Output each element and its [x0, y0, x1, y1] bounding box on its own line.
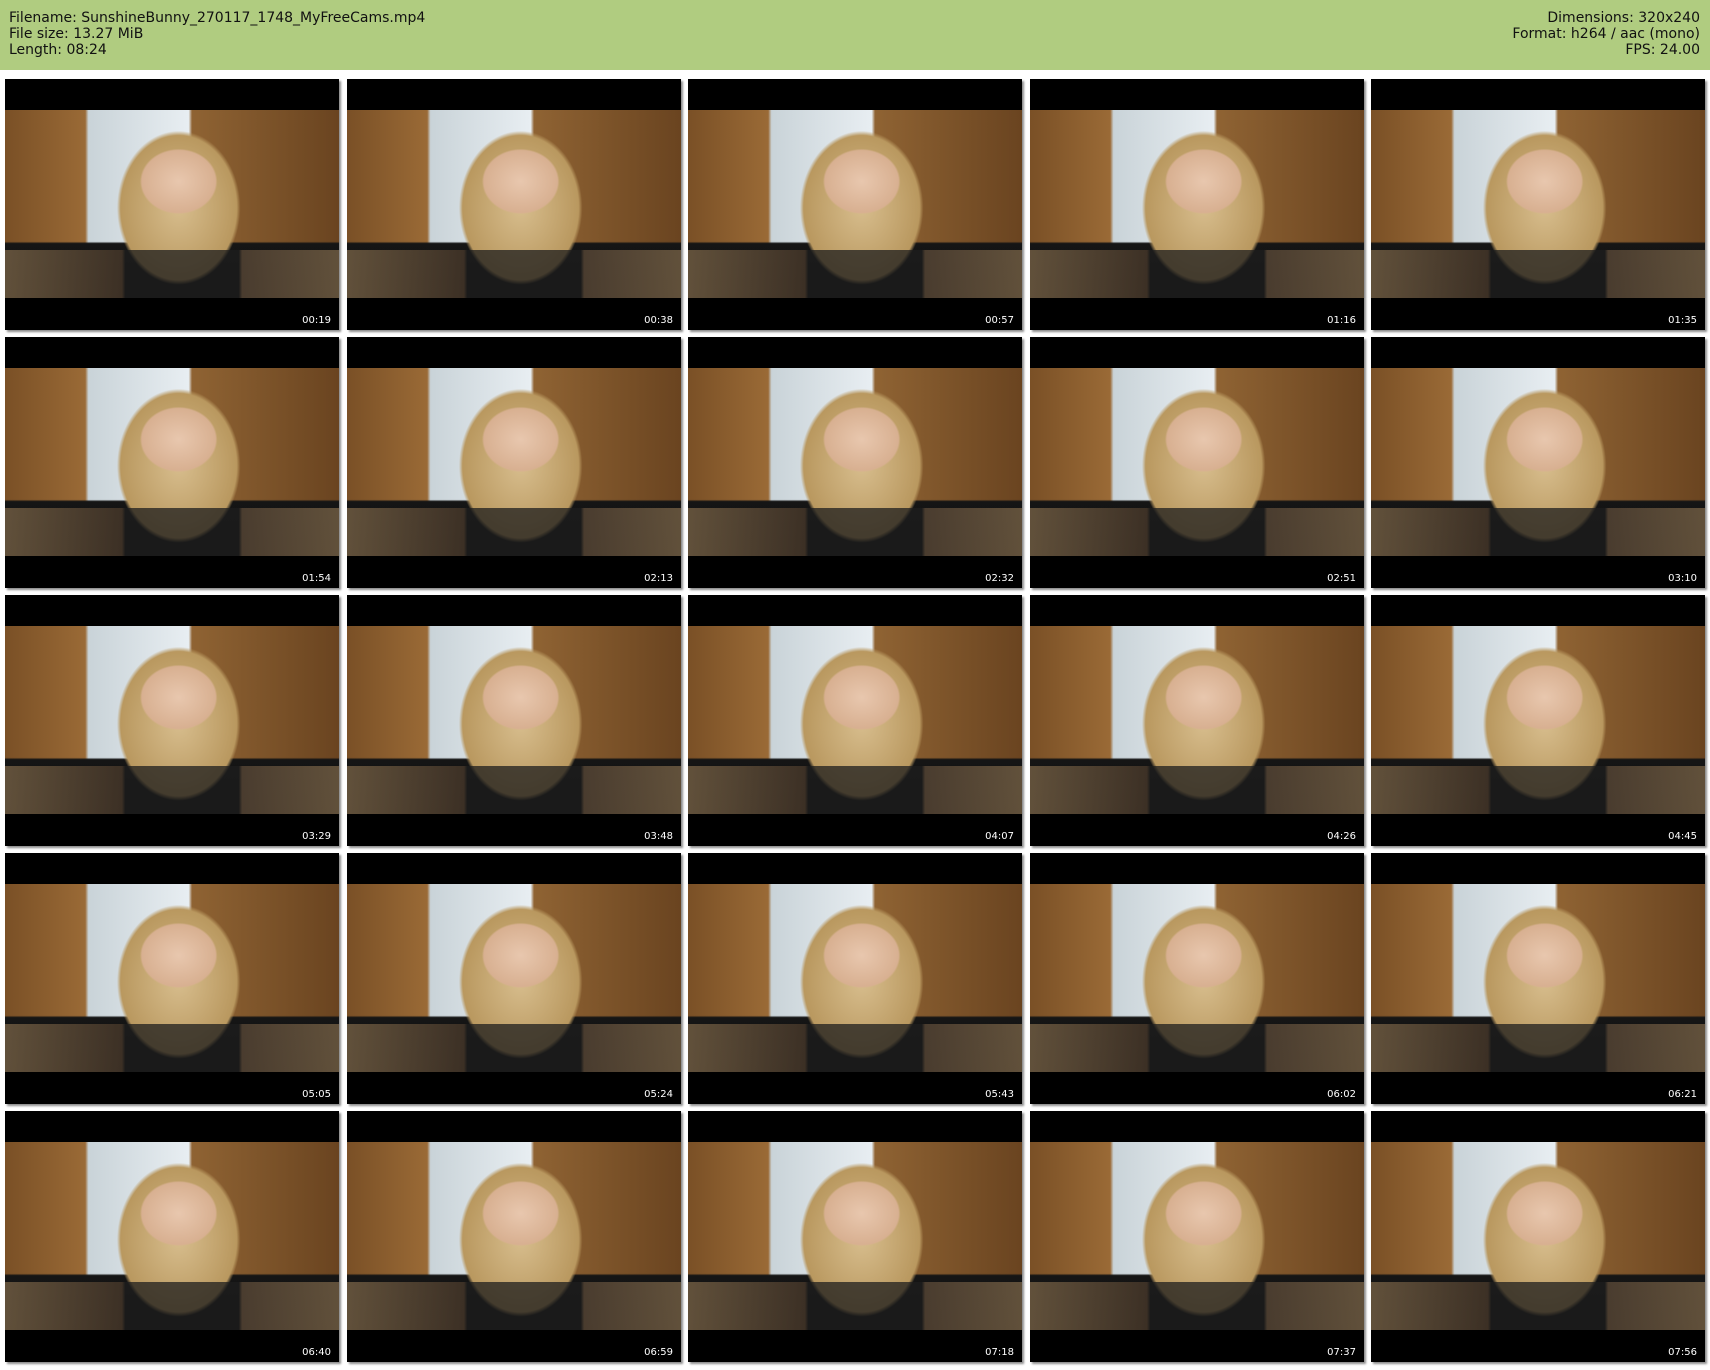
thumbnail-tile[interactable]: 01:54 [5, 337, 339, 588]
length-text: Length: 08:24 [9, 42, 107, 58]
thumbnail-tile[interactable]: 03:48 [347, 595, 681, 846]
filesize-text: File size: 13.27 MiB [9, 26, 144, 42]
video-frame-image [688, 110, 1022, 298]
timestamp-label: 07:37 [1327, 1347, 1356, 1358]
thumbnail-tile[interactable]: 04:45 [1371, 595, 1705, 846]
timestamp-label: 01:16 [1327, 315, 1356, 326]
timestamp-label: 05:05 [302, 1089, 331, 1100]
thumbnail-tile[interactable]: 07:18 [688, 1111, 1022, 1362]
video-frame-image [1030, 368, 1364, 556]
thumbnail-tile[interactable]: 06:40 [5, 1111, 339, 1362]
timestamp-label: 02:51 [1327, 573, 1356, 584]
timestamp-label: 03:29 [302, 831, 331, 842]
thumbnail-grid: 00:19 00:38 00:57 01:16 01:35 01:54 02:13 02:32… [5, 79, 1705, 1365]
timestamp-label: 05:43 [985, 1089, 1014, 1100]
timestamp-label: 06:02 [1327, 1089, 1356, 1100]
thumbnail-tile[interactable]: 06:21 [1371, 853, 1705, 1104]
thumbnail-tile[interactable]: 04:07 [688, 595, 1022, 846]
timestamp-label: 04:45 [1668, 831, 1697, 842]
video-frame-image [1030, 626, 1364, 814]
timestamp-label: 00:19 [302, 315, 331, 326]
timestamp-label: 07:18 [985, 1347, 1014, 1358]
video-frame-image [688, 368, 1022, 556]
video-frame-image [5, 626, 339, 814]
thumbnail-tile[interactable]: 00:57 [688, 79, 1022, 330]
fps-text: FPS: 24.00 [1625, 42, 1700, 58]
video-frame-image [688, 1142, 1022, 1330]
thumbnail-tile[interactable]: 02:32 [688, 337, 1022, 588]
video-frame-image [1371, 110, 1705, 298]
video-frame-image [1030, 1142, 1364, 1330]
file-info-left: Filename: SunshineBunny_270117_1748_MyFr… [9, 10, 425, 58]
thumbnail-tile[interactable]: 00:19 [5, 79, 339, 330]
file-info-right: Dimensions: 320x240 Format: h264 / aac (… [1512, 10, 1700, 58]
thumbnail-tile[interactable]: 04:26 [1030, 595, 1364, 846]
timestamp-label: 07:56 [1668, 1347, 1697, 1358]
video-frame-image [1371, 884, 1705, 1072]
thumbnail-tile[interactable]: 07:56 [1371, 1111, 1705, 1362]
timestamp-label: 05:24 [644, 1089, 673, 1100]
video-frame-image [347, 368, 681, 556]
thumbnail-tile[interactable]: 01:35 [1371, 79, 1705, 330]
thumbnail-tile[interactable]: 06:59 [347, 1111, 681, 1362]
video-frame-image [1030, 884, 1364, 1072]
timestamp-label: 06:21 [1668, 1089, 1697, 1100]
timestamp-label: 00:57 [985, 315, 1014, 326]
video-frame-image [688, 626, 1022, 814]
video-frame-image [5, 368, 339, 556]
thumbnail-tile[interactable]: 01:16 [1030, 79, 1364, 330]
thumbnail-tile[interactable]: 05:43 [688, 853, 1022, 1104]
filename-text: Filename: SunshineBunny_270117_1748_MyFr… [9, 10, 426, 26]
thumbnail-tile[interactable]: 02:13 [347, 337, 681, 588]
video-frame-image [688, 884, 1022, 1072]
video-frame-image [5, 884, 339, 1072]
thumbnail-tile[interactable]: 03:29 [5, 595, 339, 846]
video-frame-image [347, 110, 681, 298]
timestamp-label: 03:10 [1668, 573, 1697, 584]
thumbnail-tile[interactable]: 05:24 [347, 853, 681, 1104]
video-frame-image [1371, 626, 1705, 814]
thumbnail-tile[interactable]: 02:51 [1030, 337, 1364, 588]
video-frame-image [5, 110, 339, 298]
video-frame-image [347, 1142, 681, 1330]
thumbnail-tile[interactable]: 07:37 [1030, 1111, 1364, 1362]
thumbnail-tile[interactable]: 03:10 [1371, 337, 1705, 588]
timestamp-label: 03:48 [644, 831, 673, 842]
timestamp-label: 04:07 [985, 831, 1014, 842]
video-frame-image [1371, 1142, 1705, 1330]
video-frame-image [5, 1142, 339, 1330]
format-text: Format: h264 / aac (mono) [1512, 26, 1700, 42]
video-frame-image [1030, 110, 1364, 298]
info-header: Filename: SunshineBunny_270117_1748_MyFr… [0, 0, 1710, 70]
video-frame-image [1371, 368, 1705, 556]
thumbnail-tile[interactable]: 05:05 [5, 853, 339, 1104]
thumbnail-tile[interactable]: 00:38 [347, 79, 681, 330]
timestamp-label: 02:13 [644, 573, 673, 584]
timestamp-label: 02:32 [985, 573, 1014, 584]
thumbnail-tile[interactable]: 06:02 [1030, 853, 1364, 1104]
video-frame-image [347, 626, 681, 814]
dimensions-text: Dimensions: 320x240 [1547, 10, 1700, 26]
timestamp-label: 01:54 [302, 573, 331, 584]
timestamp-label: 06:40 [302, 1347, 331, 1358]
timestamp-label: 04:26 [1327, 831, 1356, 842]
video-frame-image [347, 884, 681, 1072]
timestamp-label: 06:59 [644, 1347, 673, 1358]
timestamp-label: 00:38 [644, 315, 673, 326]
timestamp-label: 01:35 [1668, 315, 1697, 326]
